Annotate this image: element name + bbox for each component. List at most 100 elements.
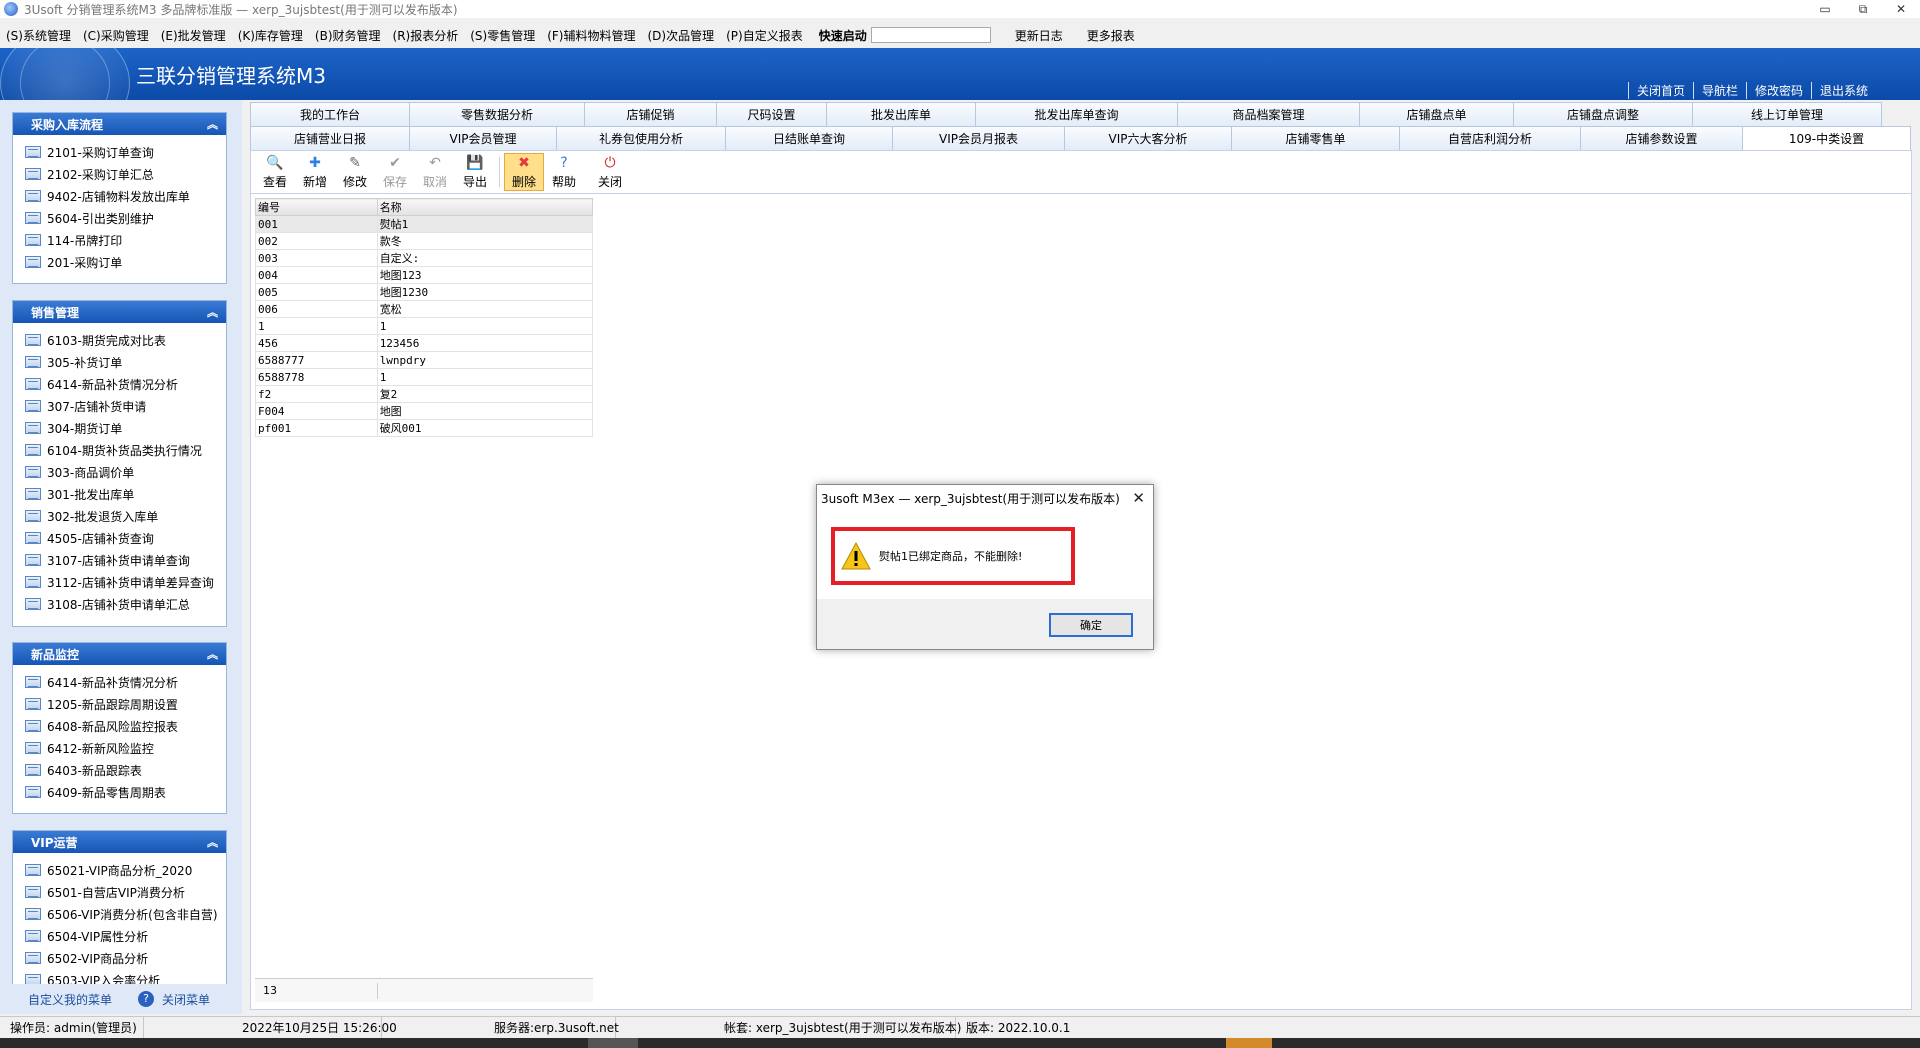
cancel-button[interactable]: ↶ 取消: [415, 153, 455, 191]
sidebar-menu-item[interactable]: 6414-新品补货情况分析: [25, 671, 226, 693]
panel-header[interactable]: 销售管理 ︽: [13, 301, 226, 323]
sidebar-menu-item[interactable]: 3107-店铺补货申请单查询: [25, 549, 226, 571]
panel-header[interactable]: 采购入库流程 ︽: [13, 113, 226, 135]
column-header-code[interactable]: 编号: [255, 198, 378, 216]
cell-code[interactable]: f2: [255, 385, 378, 403]
sidebar-menu-item[interactable]: 6414-新品补货情况分析: [25, 373, 226, 395]
tab[interactable]: 礼券包使用分析: [556, 126, 726, 150]
cell-code[interactable]: 456: [255, 334, 378, 352]
menu-materials[interactable]: (F)辅料物料管理: [541, 27, 641, 44]
sidebar-menu-item[interactable]: 6409-新品零售周期表: [25, 781, 226, 803]
sidebar-menu-item[interactable]: 6412-新新风险监控: [25, 737, 226, 759]
cell-name[interactable]: 宽松: [376, 300, 594, 318]
sidebar-menu-item[interactable]: 4505-店铺补货查询: [25, 527, 226, 549]
cell-name[interactable]: 1: [376, 368, 594, 386]
cell-name[interactable]: 复2: [376, 385, 594, 403]
tab[interactable]: VIP会员管理: [409, 126, 557, 150]
sidebar-menu-item[interactable]: 3108-店铺补货申请单汇总: [25, 593, 226, 615]
cell-code[interactable]: 004: [255, 266, 378, 284]
cell-code[interactable]: 006: [255, 300, 378, 318]
collapse-icon[interactable]: ︽: [207, 304, 218, 320]
sidebar-menu-item[interactable]: 302-批发退货入库单: [25, 505, 226, 527]
save-button[interactable]: ✔ 保存: [375, 153, 415, 191]
table-row[interactable]: 005 地图1230: [255, 283, 594, 301]
menu-system[interactable]: (S)系统管理: [0, 27, 77, 44]
sidebar-menu-item[interactable]: 6408-新品风险监控报表: [25, 715, 226, 737]
menu-defective[interactable]: (D)次品管理: [642, 27, 721, 44]
close-menu-link[interactable]: 关闭菜单: [162, 991, 210, 1008]
sidebar-menu-item[interactable]: 6504-VIP属性分析: [25, 925, 226, 947]
sidebar-menu-item[interactable]: 6506-VIP消费分析(包含非自营): [25, 903, 226, 925]
menu-retail[interactable]: (S)零售管理: [464, 27, 541, 44]
sidebar-menu-item[interactable]: 6104-期货补货品类执行情况: [25, 439, 226, 461]
menu-finance[interactable]: (B)财务管理: [309, 27, 387, 44]
cell-name[interactable]: 破风001: [376, 419, 594, 437]
menu-more-reports[interactable]: 更多报表: [1075, 27, 1147, 44]
cell-code[interactable]: 002: [255, 232, 378, 250]
table-row[interactable]: 001 熨帖1: [255, 215, 594, 233]
edit-button[interactable]: ✎ 修改: [335, 153, 375, 191]
tab[interactable]: VIP六大客分析: [1064, 126, 1232, 150]
tab[interactable]: 店铺促销: [584, 102, 717, 126]
sidebar-menu-item[interactable]: 307-店铺补货申请: [25, 395, 226, 417]
close-button[interactable]: ⏻ 关闭: [590, 153, 630, 191]
menu-inventory[interactable]: (K)库存管理: [232, 27, 309, 44]
panel-header[interactable]: VIP运营 ︽: [13, 831, 226, 853]
sidebar-splitter[interactable]: [242, 100, 250, 1014]
cell-name[interactable]: 地图: [376, 402, 594, 420]
sidebar-menu-item[interactable]: 2101-采购订单查询: [25, 141, 226, 163]
cell-name[interactable]: 熨帖1: [376, 215, 594, 233]
change-password-link[interactable]: 修改密码: [1745, 82, 1811, 99]
tab[interactable]: 店铺盘点单: [1359, 102, 1514, 126]
table-row[interactable]: 6588778 1: [255, 368, 594, 386]
tab[interactable]: 日结账单查询: [725, 126, 893, 150]
table-row[interactable]: 6588777 lwnpdry: [255, 351, 594, 369]
tab[interactable]: 店铺零售单: [1231, 126, 1400, 150]
table-row[interactable]: pf001 破风001: [255, 419, 594, 437]
collapse-icon[interactable]: ︽: [207, 646, 218, 662]
tab[interactable]: 店铺盘点调整: [1513, 102, 1693, 126]
sidebar-menu-item[interactable]: 303-商品调价单: [25, 461, 226, 483]
tab[interactable]: 线上订单管理: [1692, 102, 1882, 126]
quick-launch-input[interactable]: [870, 27, 991, 43]
help-icon[interactable]: ?: [138, 991, 155, 1007]
sidebar-menu-item[interactable]: 1205-新品跟踪周期设置: [25, 693, 226, 715]
minimize-icon[interactable]: ▭: [1806, 0, 1844, 18]
sidebar-menu-item[interactable]: 6501-自营店VIP消费分析: [25, 881, 226, 903]
close-home-link[interactable]: 关闭首页: [1627, 82, 1693, 99]
cell-name[interactable]: 款冬: [376, 232, 594, 250]
cell-name[interactable]: 地图1230: [376, 283, 594, 301]
delete-button[interactable]: ✖ 删除: [504, 153, 544, 191]
sidebar-menu-item[interactable]: 5604-引出类别维护: [25, 207, 226, 229]
table-row[interactable]: 006 宽松: [255, 300, 594, 318]
cell-name[interactable]: 地图123: [376, 266, 594, 284]
sidebar-menu-item[interactable]: 114-吊牌打印: [25, 229, 226, 251]
tab[interactable]: VIP会员月报表: [892, 126, 1065, 150]
tab[interactable]: 商品档案管理: [1177, 102, 1360, 126]
taskbar-app-active[interactable]: [1226, 1038, 1272, 1048]
table-row[interactable]: 004 地图123: [255, 266, 594, 284]
cell-code[interactable]: pf001: [255, 419, 378, 437]
table-row[interactable]: 003 自定义:: [255, 249, 594, 267]
table-row[interactable]: 002 款冬: [255, 232, 594, 250]
sidebar-menu-item[interactable]: 305-补货订单: [25, 351, 226, 373]
cell-name[interactable]: 123456: [376, 334, 594, 352]
tab[interactable]: 我的工作台: [250, 102, 410, 126]
view-button[interactable]: 🔍 查看: [255, 153, 295, 191]
collapse-icon[interactable]: ︽: [207, 834, 218, 850]
dialog-close-icon[interactable]: ✕: [1132, 489, 1145, 507]
cell-code[interactable]: 6588777: [255, 351, 378, 369]
dialog-titlebar[interactable]: 3usoft M3ex — xerp_3ujsbtest(用于测可以发布版本) …: [817, 485, 1153, 511]
tab[interactable]: 店铺参数设置: [1580, 126, 1743, 150]
sidebar-menu-item[interactable]: 6502-VIP商品分析: [25, 947, 226, 969]
tab[interactable]: 店铺营业日报: [250, 126, 410, 150]
table-row[interactable]: 456 123456: [255, 334, 594, 352]
table-row[interactable]: F004 地图: [255, 402, 594, 420]
sidebar-menu-item[interactable]: 6403-新品跟踪表: [25, 759, 226, 781]
table-row[interactable]: 11: [255, 317, 594, 335]
cell-code[interactable]: 001: [255, 215, 378, 233]
cell-name[interactable]: 1: [376, 317, 594, 335]
tab[interactable]: 自营店利润分析: [1399, 126, 1581, 150]
sidebar-menu-item[interactable]: 201-采购订单: [25, 251, 226, 273]
sidebar-menu-item[interactable]: 304-期货订单: [25, 417, 226, 439]
